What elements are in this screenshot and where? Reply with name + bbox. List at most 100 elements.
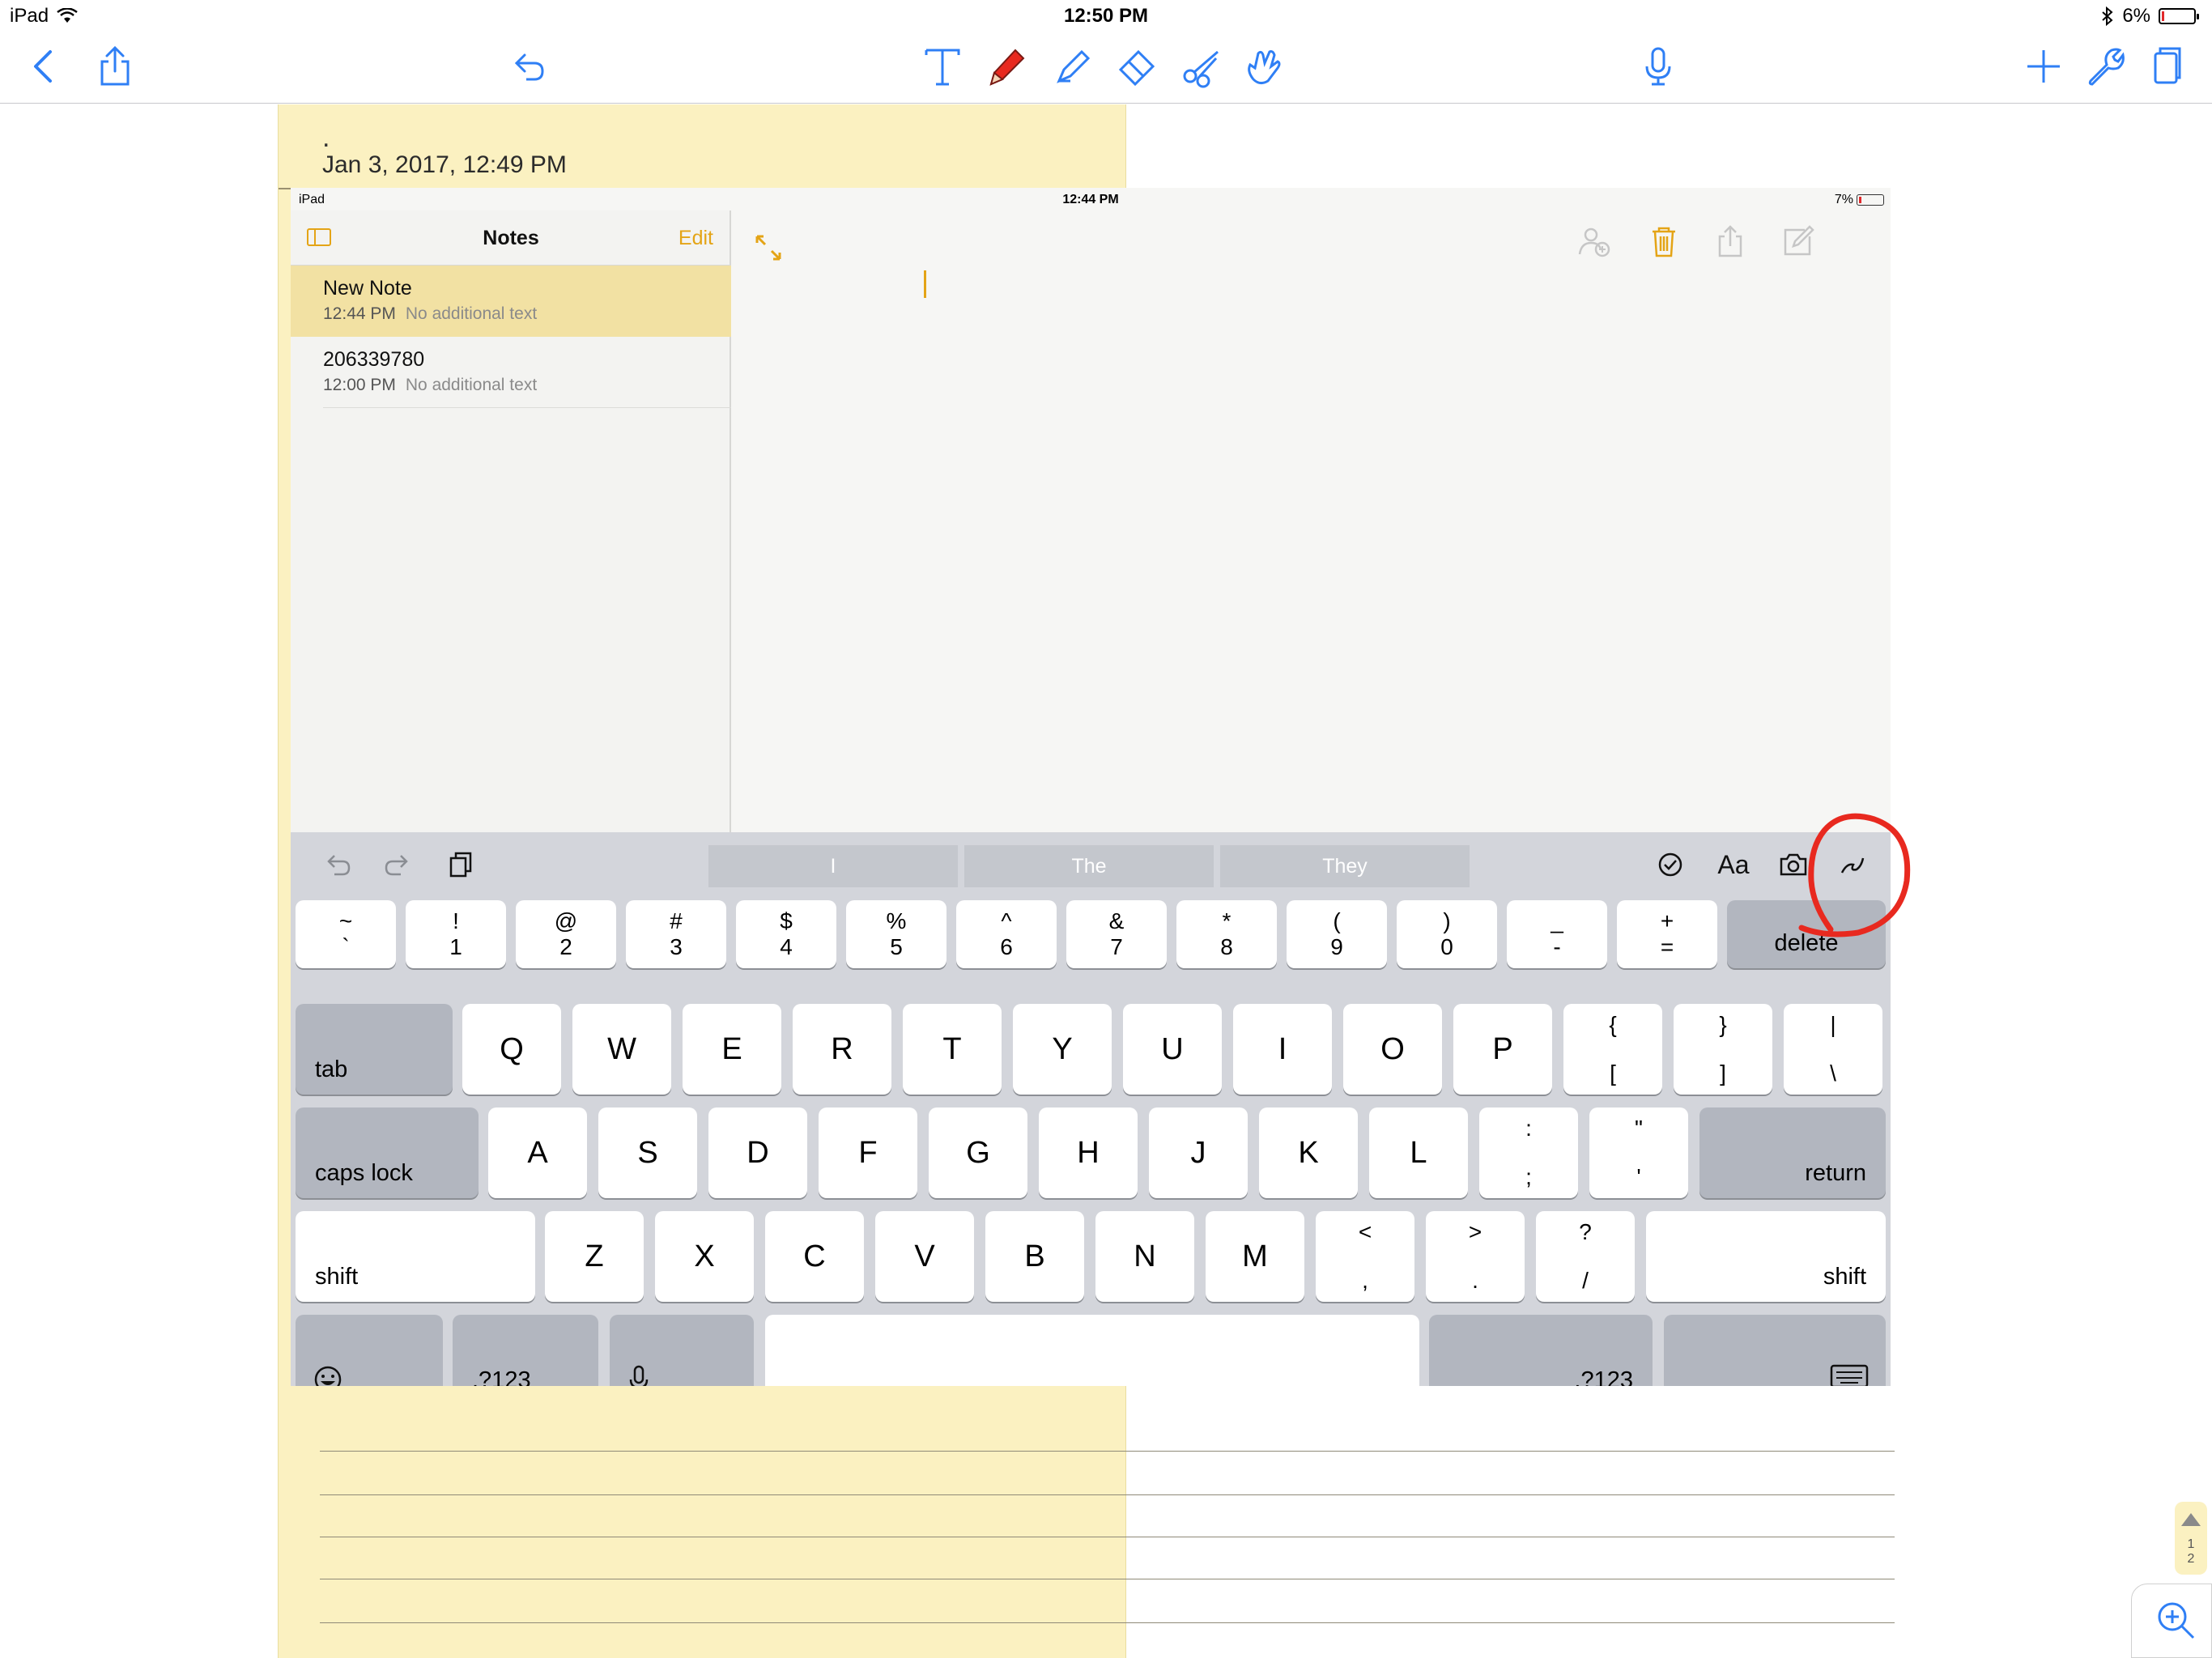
suggestion-3[interactable]: They [1220,845,1470,887]
key-f[interactable]: F [819,1107,917,1198]
scissors-tool-button[interactable] [1176,40,1227,92]
shift-label: shift [315,1264,359,1290]
key-m[interactable]: M [1206,1211,1304,1302]
back-button[interactable] [18,40,70,92]
key-w[interactable]: W [572,1004,671,1095]
key-8[interactable]: * 8 [1176,900,1277,968]
key-char: 8 [1220,934,1233,959]
shift-right-key[interactable]: shift [1646,1211,1886,1302]
return-key[interactable]: return [1699,1107,1886,1198]
add-people-button[interactable] [1576,223,1612,259]
kb-undo-button[interactable] [318,845,357,884]
key-10[interactable]: ) 0 [1397,900,1497,968]
key-q[interactable]: Q [462,1004,561,1095]
key-2[interactable]: @2 [516,900,616,968]
key-s[interactable]: S [598,1107,697,1198]
compose-button[interactable] [1780,223,1816,259]
key-j[interactable]: J [1149,1107,1248,1198]
pen-tool-button[interactable] [980,40,1032,92]
key-12[interactable]: + = [1617,900,1717,968]
key-3[interactable]: #3 [626,900,726,968]
key-1[interactable]: ! 1 [406,900,506,968]
emoji-key[interactable] [296,1315,443,1386]
checkmark-circle-icon [1658,852,1682,877]
key-punct-3[interactable]: >. [1426,1211,1525,1302]
eraser-tool-button[interactable] [1111,40,1163,92]
key-z[interactable]: Z [545,1211,644,1302]
share-button[interactable] [89,40,141,92]
delete-note-button[interactable] [1646,223,1682,259]
key-punct-2[interactable]: <, [1316,1211,1414,1302]
key-9[interactable]: (9 [1287,900,1387,968]
dictation-key[interactable] [610,1315,754,1386]
key-bracket-2[interactable]: | \ [1784,1004,1882,1095]
key-y[interactable]: Y [1013,1004,1112,1095]
caps-lock-key[interactable]: caps lock [296,1107,479,1198]
key-c[interactable]: C [765,1211,864,1302]
numbers-key-left[interactable]: .?123 [453,1315,598,1386]
suggestion-2[interactable]: The [964,845,1214,887]
numbers-key-right[interactable]: .?123 [1429,1315,1653,1386]
key-4[interactable]: $4 [736,900,836,968]
microphone-button[interactable] [1632,40,1684,92]
kb-paste-button[interactable] [441,845,480,884]
key-5[interactable]: % 5 [846,900,946,968]
key-v[interactable]: V [875,1211,974,1302]
note-editor[interactable] [733,210,1891,858]
expand-button[interactable] [751,230,786,266]
highlighter-tool-button[interactable] [1046,40,1098,92]
settings-button[interactable] [2079,40,2131,92]
key-punct-4[interactable]: ? / [1536,1211,1635,1302]
page-up-icon[interactable] [2181,1513,2201,1526]
add-page-button[interactable] [2018,40,2069,92]
key-u[interactable]: U [1123,1004,1222,1095]
format-button[interactable]: Aa [1709,845,1758,884]
return-label: return [1805,1160,1866,1186]
suggestion-1[interactable]: I [708,845,958,887]
kb-redo-button[interactable] [378,845,417,884]
scissors-icon [1183,50,1219,88]
embedded-battery: 7% [1835,193,1884,207]
hand-tool-button[interactable] [1237,40,1289,92]
key-punct-0[interactable]: :; [1479,1107,1578,1198]
key-char: . [1472,1268,1478,1293]
key-bracket-0[interactable]: {[ [1563,1004,1662,1095]
space-key[interactable] [765,1315,1419,1386]
key-e[interactable]: E [683,1004,781,1095]
undo-button[interactable] [502,40,554,92]
embedded-screenshot[interactable]: iPad 12:44 PM 7% Notes Edit New Note 12:… [291,188,1891,1386]
key-x[interactable]: X [655,1211,754,1302]
key-t[interactable]: T [903,1004,1002,1095]
note-list-item[interactable]: New Note 12:44 PM No additional text [291,266,731,337]
key-i[interactable]: I [1233,1004,1332,1095]
key-7[interactable]: & 7 [1066,900,1167,968]
shift-left-key[interactable]: shift [296,1211,535,1302]
hide-keyboard-key[interactable] [1664,1315,1886,1386]
key-b[interactable]: B [985,1211,1084,1302]
key-bracket-1[interactable]: }] [1674,1004,1772,1095]
key-l[interactable]: L [1369,1107,1468,1198]
key-d[interactable]: D [708,1107,807,1198]
key-g[interactable]: G [929,1107,1027,1198]
key-char: = [1660,934,1674,959]
text-tool-button[interactable] [917,40,968,92]
key-k[interactable]: K [1259,1107,1358,1198]
checklist-button[interactable] [1651,845,1690,884]
note-list-item[interactable]: 206339780 12:00 PM No additional text [291,337,731,408]
key-o[interactable]: O [1343,1004,1442,1095]
tab-key[interactable]: tab [296,1004,453,1095]
note-share-button[interactable] [1712,223,1748,259]
key-p[interactable]: P [1453,1004,1552,1095]
key-n[interactable]: N [1095,1211,1194,1302]
key-punct-1[interactable]: " ' [1589,1107,1688,1198]
key-11[interactable]: _ - [1507,900,1607,968]
pages-button[interactable] [2141,40,2193,92]
edit-button[interactable]: Edit [678,227,713,250]
note-time: 12:00 PM [323,376,396,394]
key-r[interactable]: R [793,1004,891,1095]
key-h[interactable]: H [1039,1107,1138,1198]
key-0[interactable]: ~ ` [296,900,396,968]
zoom-button[interactable] [2131,1584,2212,1658]
key-a[interactable]: A [488,1107,587,1198]
key-6[interactable]: ^ 6 [956,900,1057,968]
